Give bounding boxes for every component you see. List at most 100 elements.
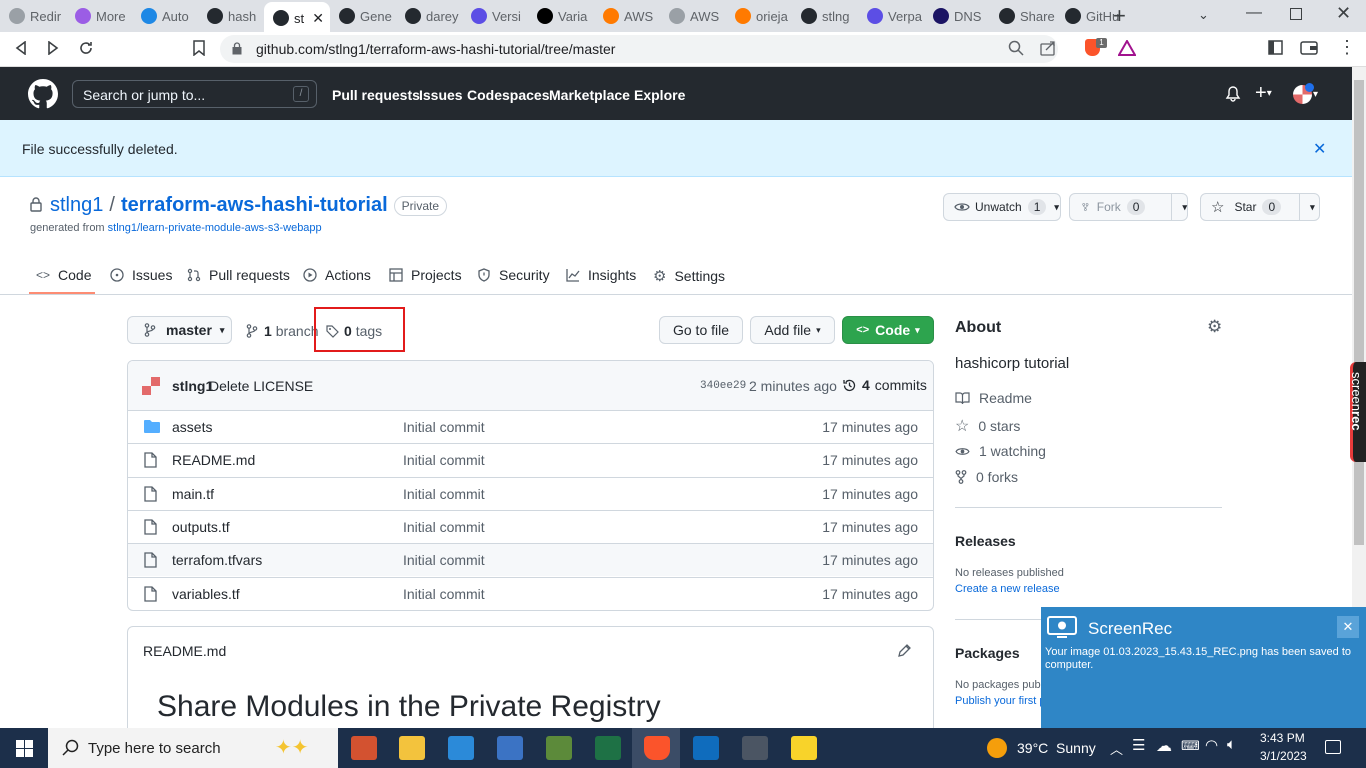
outlook-mail-icon[interactable] [693, 736, 719, 760]
file-commit-message[interactable]: Initial commit [403, 586, 485, 602]
stars-link[interactable]: ☆ 0 stars [955, 416, 1020, 436]
brave-rewards-icon[interactable] [1118, 40, 1136, 56]
file-name[interactable]: assets [172, 419, 212, 435]
edit-pencil-icon[interactable] [897, 644, 911, 658]
go-to-file-button[interactable]: Go to file [659, 316, 743, 344]
table-row[interactable]: README.md Initial commit 17 minutes ago [128, 443, 933, 476]
language-icon[interactable]: ⌨ [1181, 738, 1200, 754]
snipping-tool-icon[interactable] [742, 736, 768, 760]
table-row[interactable]: variables.tf Initial commit 17 minutes a… [128, 577, 933, 610]
tags-link[interactable]: 0 tags [326, 323, 382, 339]
table-row[interactable]: terrafom.tfvars Initial commit 17 minute… [128, 543, 933, 576]
weather-sun-icon[interactable] [987, 738, 1007, 758]
browser-tab[interactable]: DNS [924, 2, 990, 30]
table-row[interactable]: outputs.tf Initial commit 17 minutes ago [128, 510, 933, 543]
screenrec-notification[interactable]: ScreenRec ✕ Your image 01.03.2023_15.43.… [1041, 607, 1366, 728]
back-icon[interactable] [14, 41, 28, 55]
forward-icon[interactable] [46, 41, 60, 55]
nav-explore[interactable]: Explore [634, 87, 685, 103]
star-caret-icon[interactable]: ▾ [1299, 194, 1315, 220]
page-scrollbar-thumb[interactable] [1354, 80, 1364, 545]
nav-issues[interactable]: Issues [419, 87, 463, 103]
file-commit-message[interactable]: Initial commit [403, 552, 485, 568]
notification-center-icon[interactable] [1325, 740, 1341, 754]
tray-chevron-icon[interactable]: ︿ [1110, 739, 1123, 758]
tab-issues[interactable]: Issues [110, 267, 172, 283]
about-settings-gear-icon[interactable]: ⚙ [1207, 317, 1222, 337]
browser-tab[interactable]: Share [990, 2, 1056, 30]
browser-tab[interactable]: Varia [528, 2, 594, 30]
browser-tab[interactable]: Gene [330, 2, 396, 30]
tab-search-icon[interactable]: ⌄ [1198, 7, 1209, 23]
close-window-icon[interactable]: ✕ [1336, 3, 1351, 24]
onedrive-icon[interactable]: ☰ [1132, 736, 1145, 754]
file-commit-message[interactable]: Initial commit [403, 486, 485, 502]
share-icon[interactable] [1040, 40, 1056, 56]
tab-security[interactable]: Security [477, 267, 550, 283]
commit-author[interactable]: stlng1 [172, 378, 213, 394]
toast-close-button[interactable]: ✕ [1337, 616, 1359, 638]
file-name[interactable]: README.md [172, 452, 255, 468]
file-commit-message[interactable]: Initial commit [403, 519, 485, 535]
browser-tab[interactable]: darey [396, 2, 462, 30]
nav-pull-requests[interactable]: Pull requests [332, 87, 420, 103]
new-tab-button[interactable]: + [1113, 3, 1126, 29]
restore-icon[interactable] [1290, 8, 1302, 20]
tab-projects[interactable]: Projects [389, 267, 462, 283]
file-name[interactable]: outputs.tf [172, 519, 230, 535]
releases-heading[interactable]: Releases [955, 533, 1016, 549]
tab-close-icon[interactable]: ✕ [312, 10, 324, 27]
commit-sha[interactable]: 340ee29 [700, 380, 746, 392]
file-name[interactable]: main.tf [172, 486, 214, 502]
github-search-input[interactable]: Search or jump to... / [72, 80, 317, 108]
browser-tab[interactable]: Versi [462, 2, 528, 30]
readme-link[interactable]: Readme [955, 390, 1032, 406]
clock-time[interactable]: 3:43 PM [1260, 731, 1305, 745]
forks-link[interactable]: 0 forks [955, 469, 1018, 485]
sticky-notes-icon[interactable] [791, 736, 817, 760]
browser-tab[interactable]: hash [198, 2, 264, 30]
powershell-icon[interactable] [497, 736, 523, 760]
file-commit-message[interactable]: Initial commit [403, 452, 485, 468]
publish-package-link[interactable]: Publish your first p [955, 695, 1045, 707]
file-name[interactable]: variables.tf [172, 586, 240, 602]
repo-name-link[interactable]: terraform-aws-hashi-tutorial [121, 194, 388, 217]
browser-tab[interactable]: Verpa [858, 2, 924, 30]
github-logo-icon[interactable] [28, 79, 58, 109]
weather-text[interactable]: 39°C Sunny [1017, 740, 1096, 756]
address-bar[interactable]: github.com/stlng1/terraform-aws-hashi-tu… [220, 35, 1058, 63]
tab-code[interactable]: <> Code [36, 267, 91, 283]
nav-marketplace[interactable]: Marketplace [549, 87, 630, 103]
table-row[interactable]: assets Initial commit 17 minutes ago [128, 410, 933, 443]
code-button[interactable]: <> Code ▾ [842, 316, 934, 344]
reload-icon[interactable] [78, 40, 94, 56]
browser-tab[interactable]: More [66, 2, 132, 30]
tab-pull-requests[interactable]: Pull requests [187, 267, 290, 283]
git-tool-icon[interactable] [546, 736, 572, 760]
commit-message[interactable]: Delete LICENSE [209, 378, 313, 394]
vscode-icon[interactable] [448, 736, 474, 760]
repo-owner-link[interactable]: stlng1 [50, 194, 103, 217]
readme-filename[interactable]: README.md [143, 643, 226, 659]
add-file-button[interactable]: Add file ▾ [750, 316, 835, 344]
flash-close-icon[interactable]: ✕ [1313, 139, 1326, 159]
table-row[interactable]: main.tf Initial commit 17 minutes ago [128, 477, 933, 510]
browser-tab[interactable]: st ✕ [264, 2, 330, 34]
windows-start-icon[interactable] [16, 740, 33, 757]
browser-tab[interactable]: AWS [594, 2, 660, 30]
avatar-caret-icon[interactable]: ▾ [1313, 89, 1318, 100]
file-commit-message[interactable]: Initial commit [403, 419, 485, 435]
create-release-link[interactable]: Create a new release [955, 583, 1060, 595]
nav-codespaces[interactable]: Codespaces [467, 87, 549, 103]
file-explorer-icon[interactable] [399, 736, 425, 760]
tab-insights[interactable]: Insights [566, 267, 636, 283]
wifi-icon[interactable]: ◠ [1205, 736, 1218, 754]
excel-icon[interactable] [595, 736, 621, 760]
browser-tab[interactable]: Redir [0, 2, 66, 30]
star-button[interactable]: ☆ Star 0 ▾ [1200, 193, 1320, 221]
template-repo-link[interactable]: stlng1/learn-private-module-aws-s3-webap… [108, 222, 322, 234]
wallet-icon[interactable] [1300, 40, 1318, 55]
branch-select-button[interactable]: master ▾ [127, 316, 232, 344]
packages-heading[interactable]: Packages [955, 645, 1020, 661]
cloud-icon[interactable]: ☁ [1156, 736, 1172, 756]
